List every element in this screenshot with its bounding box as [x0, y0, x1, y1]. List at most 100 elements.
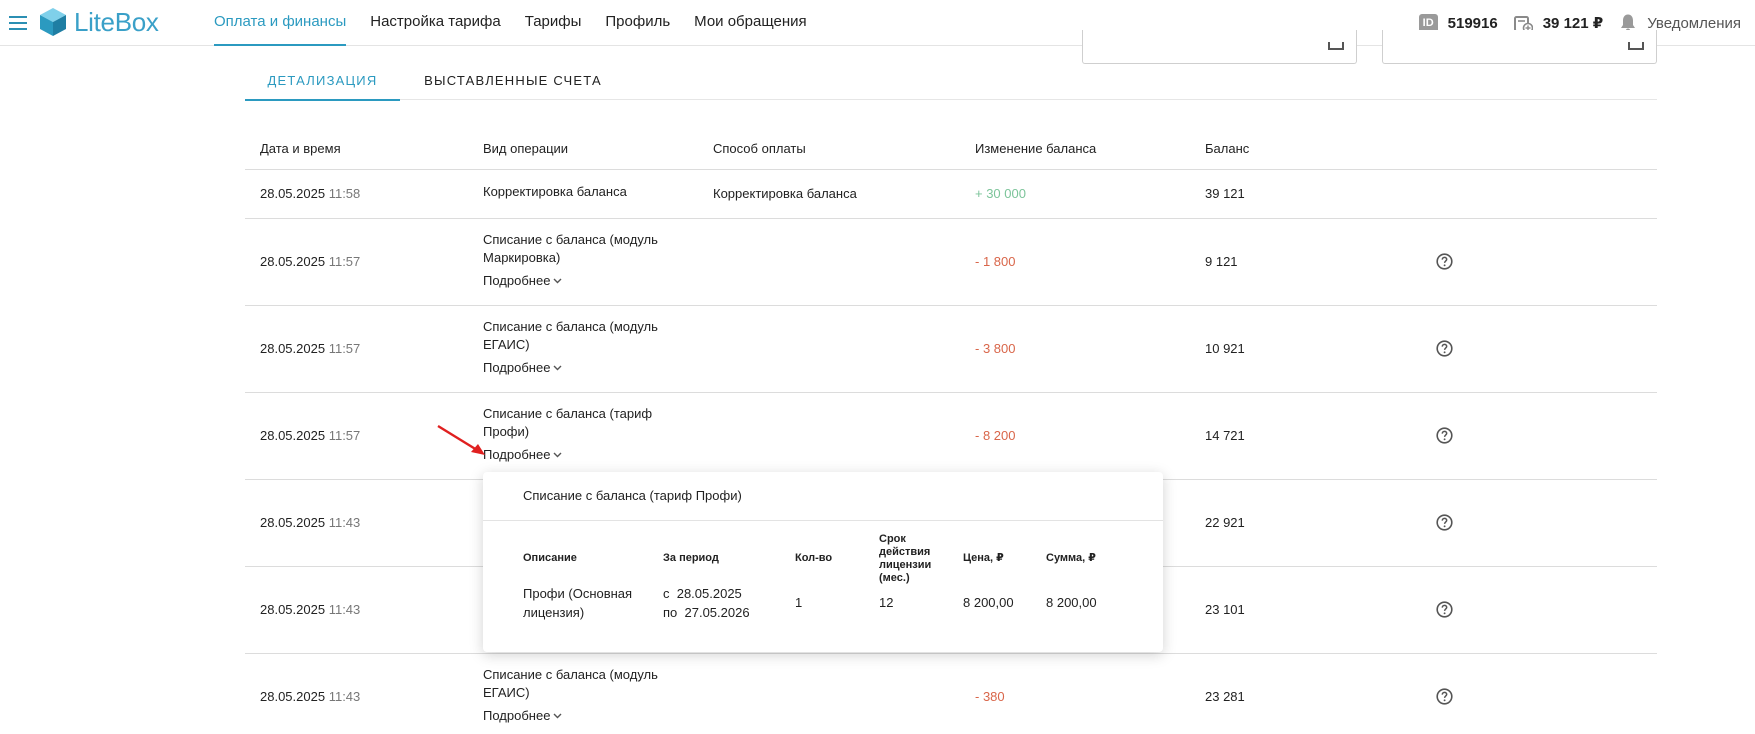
row-operation-cell: Списание с баланса (модуль ЕГАИС) Подроб… — [483, 318, 683, 375]
row-time: 11:43 — [328, 689, 361, 704]
popup-col-sum: Сумма, ₽ — [1046, 552, 1096, 564]
chevron-down-icon — [553, 278, 562, 283]
popup-col-price: Цена, ₽ — [963, 552, 1004, 564]
popup-col-qty: Кол-во — [795, 552, 833, 564]
row-time: 11:57 — [328, 428, 361, 443]
row-operation: Списание с баланса (модуль ЕГАИС) — [483, 667, 658, 700]
row-payment: Корректировка баланса — [713, 186, 857, 201]
table-row: 28.05.2025 11:57 Списание с баланса (мод… — [245, 219, 1657, 306]
details-popup: Списание с баланса (тариф Профи) Описани… — [483, 472, 1163, 652]
row-balance: 9 121 — [1205, 254, 1238, 269]
nav-tariffs[interactable]: Тарифы — [525, 0, 582, 46]
row-datetime: 28.05.2025 11:57 — [260, 341, 360, 356]
row-datetime: 28.05.2025 11:57 — [260, 254, 360, 269]
tabs: ДЕТАЛИЗАЦИЯ ВЫСТАВЛЕННЫЕ СЧЕТА — [245, 66, 1657, 101]
litebox-logo-icon — [40, 8, 66, 36]
nav-tariff-settings[interactable]: Настройка тарифа — [370, 0, 500, 46]
row-operation: Списание с баланса (модуль Маркировка) — [483, 232, 658, 265]
row-balance: 14 721 — [1205, 428, 1245, 443]
row-change: - 3 800 — [975, 341, 1016, 356]
more-label: Подробнее — [483, 273, 551, 288]
more-label: Подробнее — [483, 360, 551, 375]
row-change: + 30 000 — [975, 186, 1026, 201]
popup-item-description: Профи (Основная лицензия) — [523, 586, 633, 620]
col-payment: Способ оплаты — [713, 141, 806, 156]
help-icon[interactable] — [1436, 340, 1453, 357]
row-date: 28.05.2025 — [260, 428, 326, 443]
row-date: 28.05.2025 — [260, 689, 326, 704]
popup-divider — [483, 520, 1163, 521]
date-to-input[interactable] — [1382, 30, 1657, 64]
row-balance: 10 921 — [1205, 341, 1245, 356]
popup-col-description: Описание — [523, 552, 577, 564]
row-date: 28.05.2025 — [260, 515, 326, 530]
account-id-value: 519916 — [1447, 14, 1498, 32]
popup-item-qty: 1 — [795, 595, 803, 610]
help-icon[interactable] — [1436, 601, 1453, 618]
row-datetime: 28.05.2025 11:57 — [260, 428, 360, 443]
row-balance: 23 101 — [1205, 602, 1245, 617]
calendar-icon[interactable] — [1628, 42, 1644, 50]
more-toggle[interactable]: Подробнее — [483, 273, 562, 288]
main-nav: Оплата и финансы Настройка тарифа Тарифы… — [214, 0, 831, 46]
row-datetime: 28.05.2025 11:43 — [260, 515, 360, 530]
more-toggle[interactable]: Подробнее — [483, 708, 562, 723]
row-datetime: 28.05.2025 11:43 — [260, 689, 360, 704]
popup-item-term: 12 — [879, 595, 894, 610]
more-toggle[interactable]: Подробнее — [483, 360, 562, 375]
help-icon[interactable] — [1436, 427, 1453, 444]
col-operation: Вид операции — [483, 141, 569, 156]
row-operation: Списание с баланса (модуль ЕГАИС) — [483, 319, 658, 352]
chevron-down-icon — [553, 452, 562, 457]
row-balance: 22 921 — [1205, 515, 1245, 530]
date-from-input[interactable] — [1082, 30, 1357, 64]
popup-title: Списание с баланса (тариф Профи) — [523, 488, 742, 503]
row-time: 11:43 — [328, 602, 361, 617]
row-operation: Списание с баланса (тариф Профи) — [483, 406, 653, 439]
popup-col-term: Срок действия лицензии (мес.) — [879, 533, 932, 584]
more-toggle[interactable]: Подробнее — [483, 447, 562, 462]
popup-item-period-from: с 28.05.2025 — [663, 586, 742, 601]
row-time: 11:57 — [328, 341, 361, 356]
chevron-down-icon — [553, 365, 562, 370]
row-time: 11:57 — [328, 254, 361, 269]
menu-icon[interactable] — [9, 16, 27, 30]
row-date: 28.05.2025 — [260, 186, 326, 201]
row-balance: 39 121 — [1205, 186, 1245, 201]
popup-item-price: 8 200,00 — [963, 595, 1014, 610]
popup-item-sum: 8 200,00 — [1046, 595, 1097, 610]
nav-profile[interactable]: Профиль — [605, 0, 670, 46]
row-change: - 1 800 — [975, 254, 1016, 269]
table-header: Дата и время Вид операции Способ оплаты … — [245, 128, 1657, 170]
row-date: 28.05.2025 — [260, 602, 326, 617]
help-icon[interactable] — [1436, 514, 1453, 531]
row-operation-cell: Списание с баланса (модуль Маркировка) П… — [483, 231, 683, 288]
tab-invoices[interactable]: ВЫСТАВЛЕННЫЕ СЧЕТА — [413, 66, 613, 100]
table-row: 28.05.2025 11:43 Списание с баланса (мод… — [245, 654, 1657, 734]
help-icon[interactable] — [1436, 688, 1453, 705]
logo[interactable]: LiteBox — [38, 7, 159, 37]
row-date: 28.05.2025 — [260, 254, 326, 269]
row-time: 11:43 — [328, 515, 361, 530]
help-icon[interactable] — [1436, 253, 1453, 270]
row-balance: 23 281 — [1205, 689, 1245, 704]
row-change: - 380 — [975, 689, 1005, 704]
annotation-arrow — [437, 424, 485, 455]
row-datetime: 28.05.2025 11:58 — [260, 186, 360, 201]
more-label: Подробнее — [483, 708, 551, 723]
calendar-icon[interactable] — [1328, 42, 1344, 50]
nav-my-requests[interactable]: Мои обращения — [694, 0, 806, 46]
popup-item-period-to: по 27.05.2026 — [663, 605, 750, 620]
row-operation: Корректировка баланса — [483, 184, 627, 199]
table-row: 28.05.2025 11:58 Корректировка баланса К… — [245, 170, 1657, 219]
col-balance: Баланс — [1205, 141, 1250, 156]
popup-col-period: За период — [663, 552, 719, 564]
nav-payment-finance[interactable]: Оплата и финансы — [214, 0, 347, 46]
row-change: - 8 200 — [975, 428, 1016, 443]
row-time: 11:58 — [328, 186, 361, 201]
tab-details[interactable]: ДЕТАЛИЗАЦИЯ — [245, 66, 400, 101]
chevron-down-icon — [553, 713, 562, 718]
row-date: 28.05.2025 — [260, 341, 326, 356]
row-datetime: 28.05.2025 11:43 — [260, 602, 360, 617]
more-label: Подробнее — [483, 447, 551, 462]
